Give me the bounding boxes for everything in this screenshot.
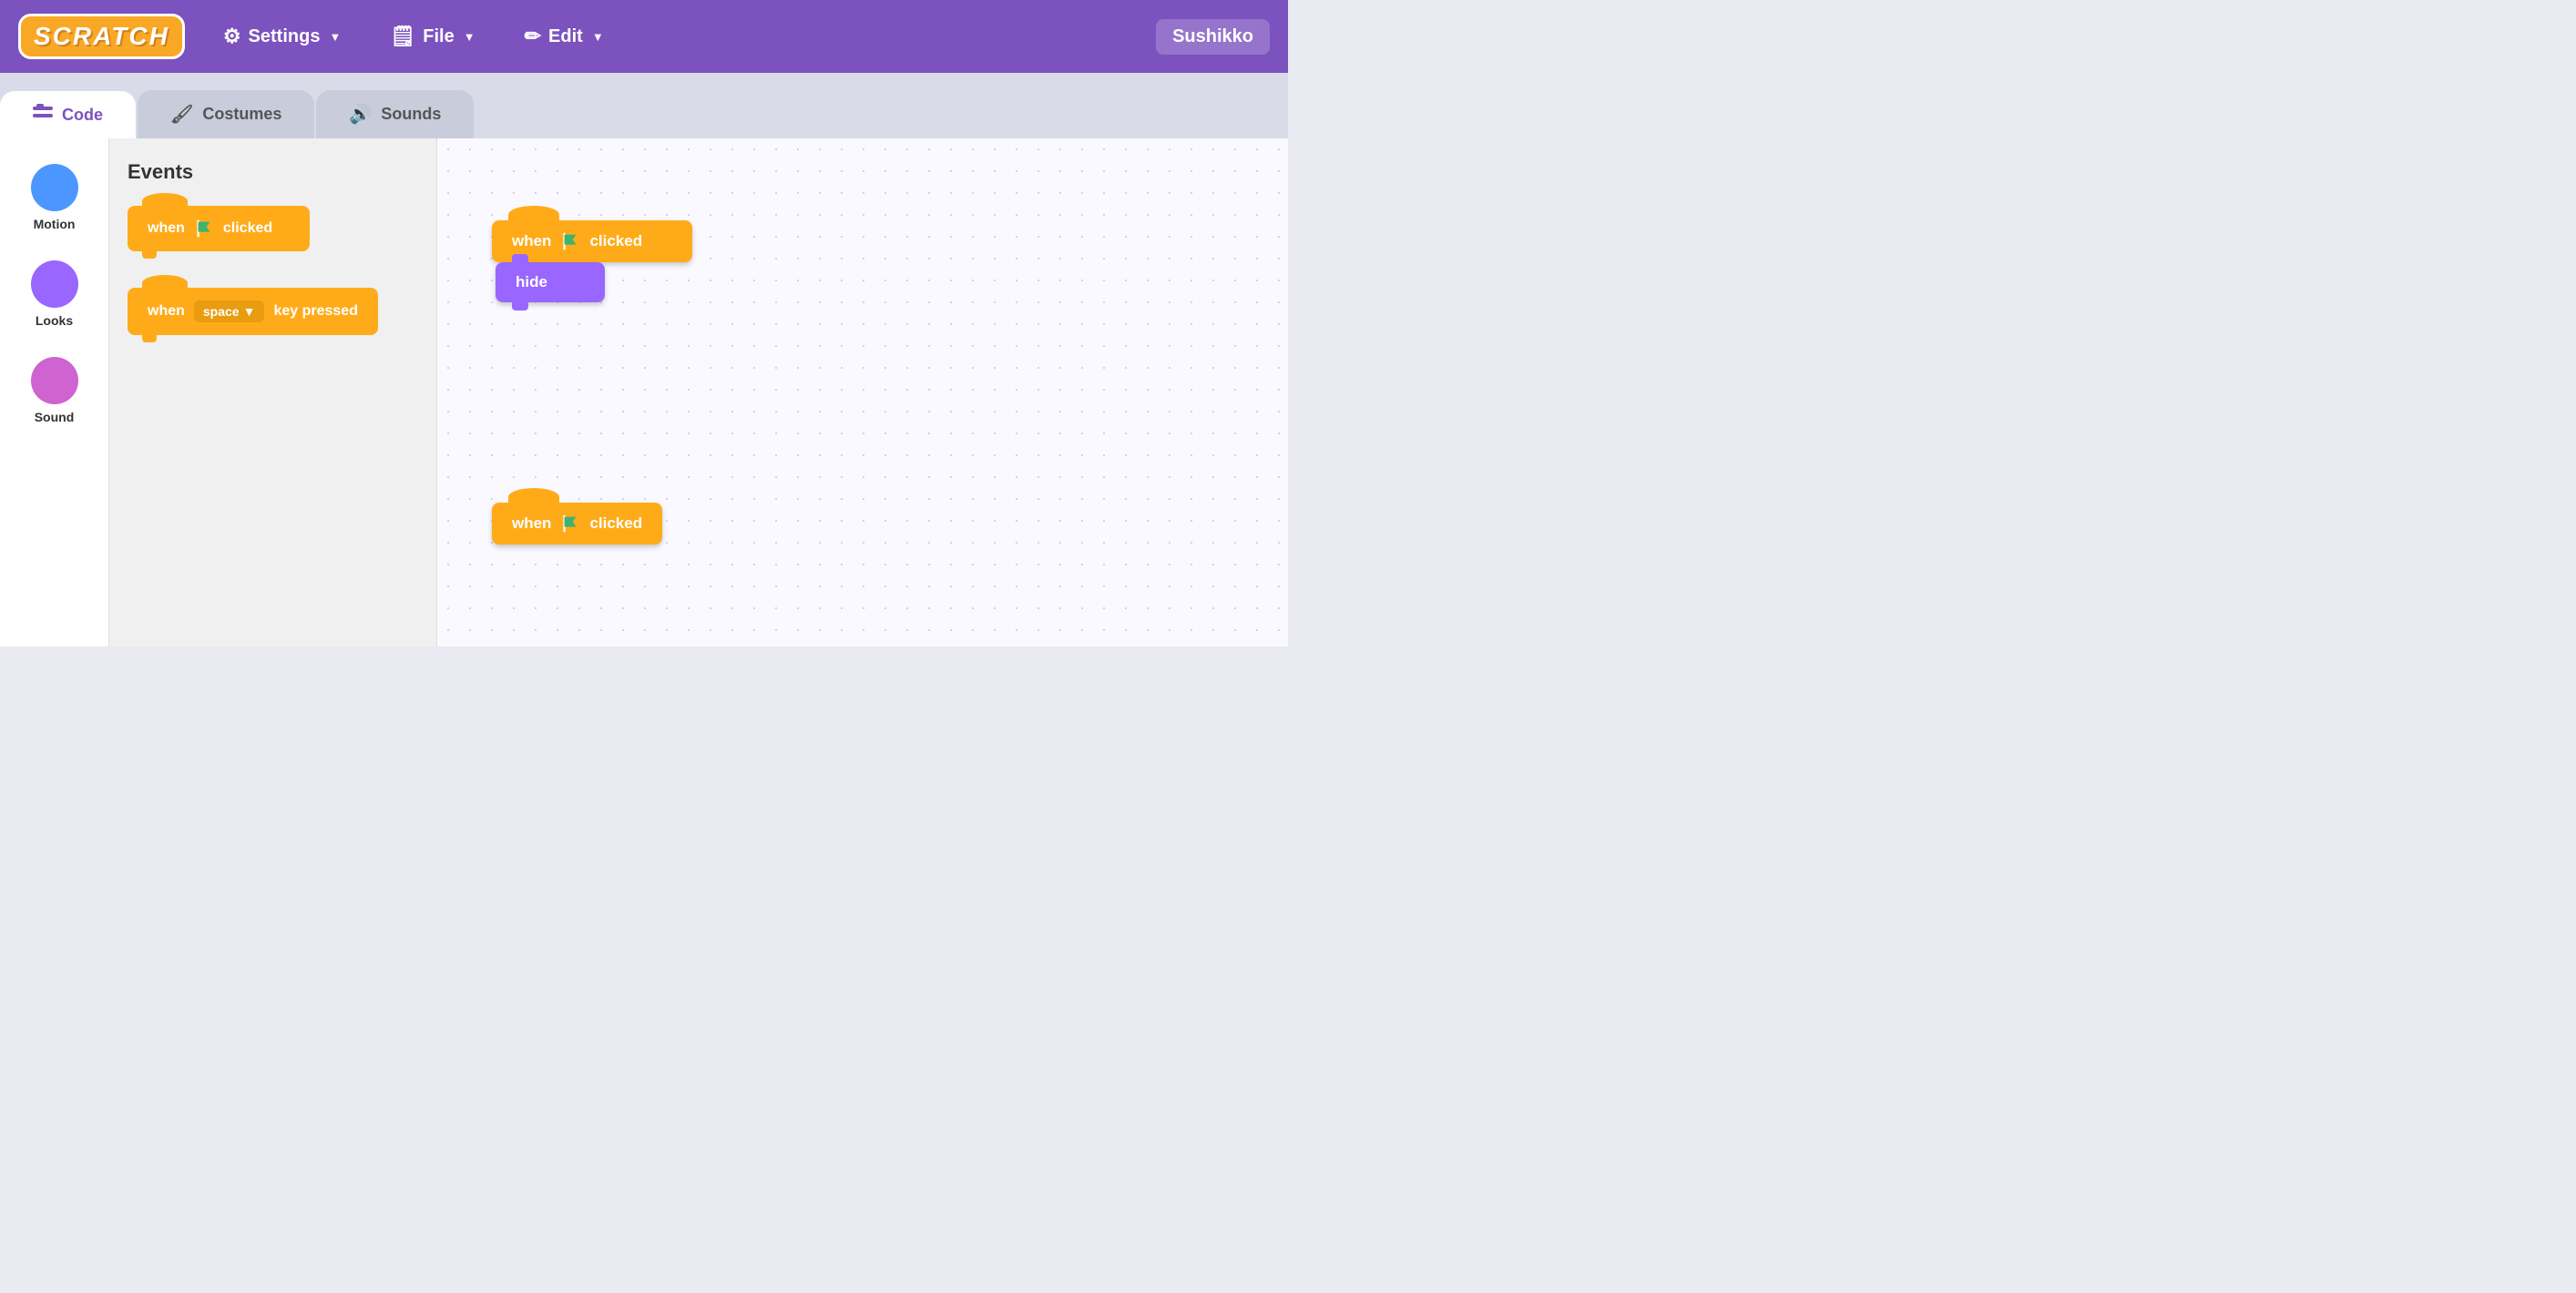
- file-arrow: ▼: [464, 30, 475, 44]
- sidebar-item-sound[interactable]: Sound: [9, 350, 100, 432]
- scratch-logo[interactable]: SCRATCH: [18, 14, 185, 59]
- tab-sounds[interactable]: 🔊 Sounds: [316, 90, 474, 138]
- settings-icon: ⚙: [223, 25, 241, 48]
- file-menu[interactable]: 🗒 File ▼: [379, 17, 486, 56]
- ws-flag-1: [560, 231, 580, 251]
- user-area[interactable]: Sushikko: [1156, 19, 1270, 55]
- ws-hat-2[interactable]: when clicked: [492, 503, 662, 545]
- flag-icon-1: [194, 219, 214, 239]
- edit-icon: ✏: [525, 25, 541, 48]
- sidebar-item-looks[interactable]: Looks: [9, 253, 100, 335]
- ws-clicked-2: clicked: [589, 514, 642, 533]
- ws-clicked-1: clicked: [589, 232, 642, 250]
- when-text-2: when: [148, 303, 185, 320]
- motion-label: Motion: [34, 217, 76, 231]
- blocks-panel: Events when clicked when space: [109, 138, 437, 646]
- edit-arrow: ▼: [592, 30, 604, 44]
- space-dropdown-arrow: ▼: [243, 304, 256, 319]
- file-label: File: [423, 26, 454, 47]
- file-icon: 🗒: [390, 25, 415, 48]
- content: Motion Looks Sound Events when: [0, 138, 1288, 646]
- ws-when-1: when: [512, 232, 551, 250]
- settings-arrow: ▼: [329, 30, 341, 44]
- costumes-tab-label: Costumes: [202, 105, 281, 124]
- looks-circle: [31, 260, 78, 308]
- block-when-space: when space ▼ key pressed: [128, 288, 418, 335]
- settings-menu[interactable]: ⚙ Settings ▼: [212, 17, 353, 56]
- workspace-group-2: when clicked: [492, 503, 662, 545]
- hat-block-flag[interactable]: when clicked: [128, 206, 310, 251]
- sounds-tab-label: Sounds: [381, 105, 441, 124]
- key-pressed-text: key pressed: [273, 303, 358, 320]
- settings-label: Settings: [249, 26, 321, 47]
- space-dropdown[interactable]: space ▼: [194, 300, 265, 322]
- ws-hide-block[interactable]: hide: [496, 262, 605, 302]
- ws-flag-2: [560, 514, 580, 534]
- tab-costumes[interactable]: 🖌 Costumes: [138, 90, 314, 138]
- sidebar-item-motion[interactable]: Motion: [9, 157, 100, 239]
- header: SCRATCH ⚙ Settings ▼ 🗒 File ▼ ✏ Edit ▼ S…: [0, 0, 1288, 73]
- sidebar: Motion Looks Sound: [0, 138, 109, 646]
- main: Code 🖌 Costumes 🔊 Sounds Motion Looks So…: [0, 73, 1288, 646]
- workspace-group-1: when clicked hide: [492, 220, 692, 302]
- clicked-text-1: clicked: [223, 220, 272, 237]
- when-text-1: when: [148, 220, 185, 237]
- tab-code[interactable]: Code: [0, 91, 136, 138]
- code-tab-label: Code: [62, 106, 103, 125]
- looks-label: Looks: [36, 313, 73, 328]
- code-tab-icon: [33, 104, 53, 126]
- edit-menu[interactable]: ✏ Edit ▼: [514, 17, 615, 56]
- costumes-tab-icon: 🖌: [170, 103, 193, 126]
- ws-hide-text: hide: [516, 273, 547, 291]
- section-title: Events: [128, 160, 418, 184]
- workspace[interactable]: when clicked hide when: [437, 138, 1288, 646]
- sounds-tab-icon: 🔊: [349, 103, 372, 126]
- sound-circle: [31, 357, 78, 404]
- sound-label: Sound: [35, 410, 75, 424]
- block-when-flag-1: when clicked: [128, 206, 418, 251]
- tabs-row: Code 🖌 Costumes 🔊 Sounds: [0, 73, 1288, 138]
- hat-block-space[interactable]: when space ▼ key pressed: [128, 288, 378, 335]
- ws-when-2: when: [512, 514, 551, 533]
- edit-label: Edit: [548, 26, 583, 47]
- motion-circle: [31, 164, 78, 211]
